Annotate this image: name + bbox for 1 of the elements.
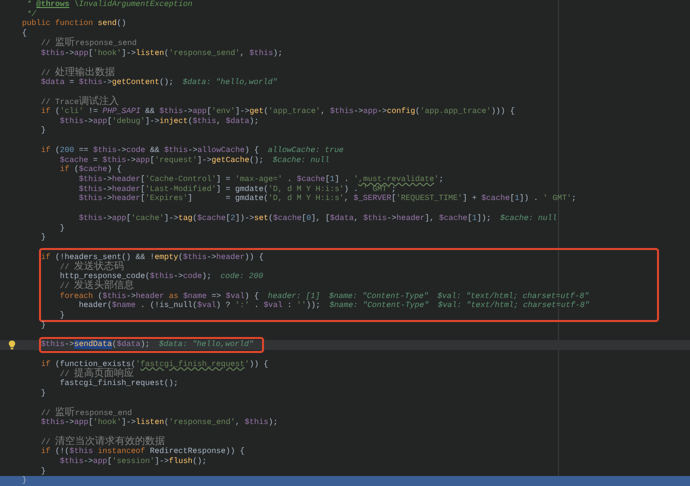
lightbulb-icon[interactable] [8, 340, 16, 350]
